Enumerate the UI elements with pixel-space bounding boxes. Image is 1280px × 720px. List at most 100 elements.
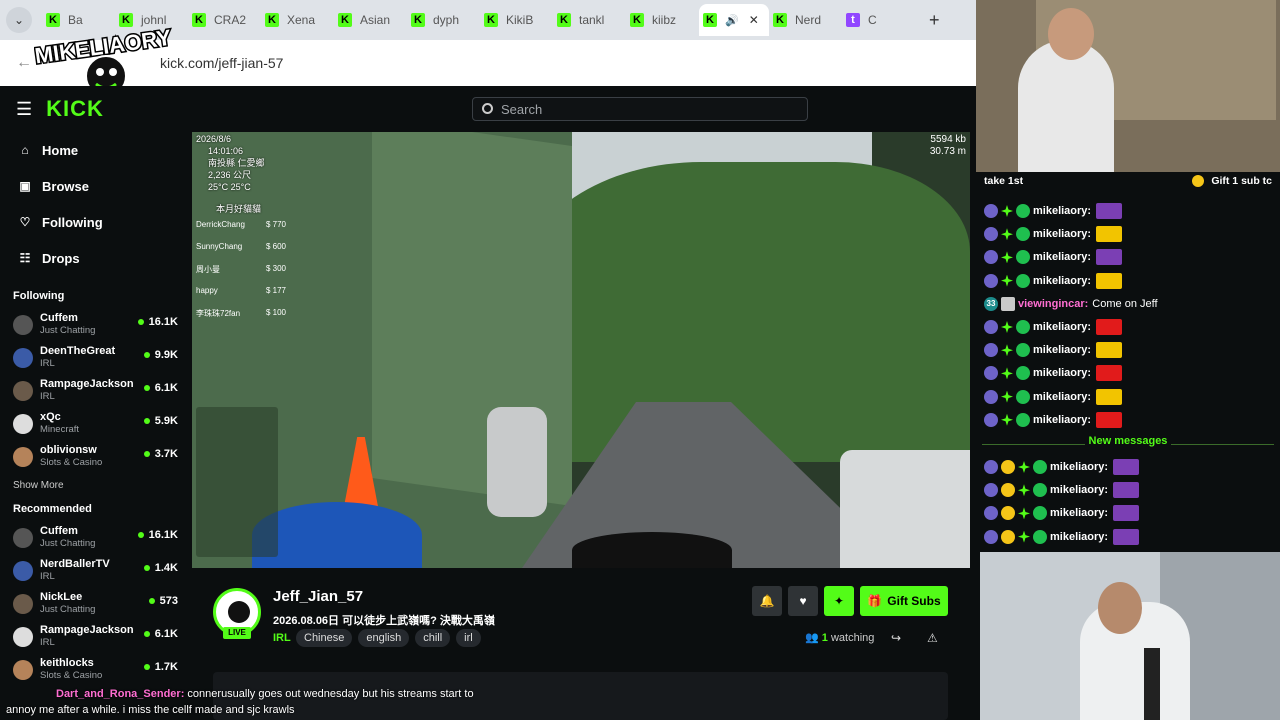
stream-tag[interactable]: english: [358, 629, 410, 647]
chat-username[interactable]: mikeliaory:: [1050, 531, 1108, 543]
sidebar-item-following[interactable]: ♡ Following: [0, 204, 192, 240]
url-text[interactable]: kick.com/jeff-jian-57: [160, 55, 283, 71]
sidebar-item-home[interactable]: ⌂ Home: [0, 132, 192, 168]
chat-emote-wu-icon: [1096, 226, 1123, 243]
chat-username[interactable]: mikeliaory:: [1033, 251, 1091, 263]
browser-tab-label: Nerd: [795, 13, 822, 27]
kick-favicon-icon: K: [557, 13, 571, 27]
stream-tags: Chinese english chill irl: [296, 629, 481, 647]
pinned-right[interactable]: Gift 1 sub tc: [1192, 175, 1272, 189]
chat-username[interactable]: mikeliaory:: [1033, 321, 1091, 333]
stream-tag[interactable]: chill: [415, 629, 451, 647]
search-input[interactable]: Search: [472, 97, 808, 121]
channel-name: RampageJackson: [40, 378, 134, 390]
donor-row: 周小曼 $ 300: [196, 264, 286, 275]
streamer-name[interactable]: Jeff_Jian_57: [273, 588, 363, 605]
channel-text: RampageJackson IRL: [40, 378, 134, 403]
verified-badge-icon: [1033, 460, 1047, 474]
channel-name: oblivionsw: [40, 444, 97, 456]
notification-bell-button[interactable]: 🔔: [752, 586, 782, 616]
browser-tab[interactable]: K Asian: [334, 4, 407, 36]
browser-tab[interactable]: tC: [842, 4, 915, 36]
channel-row[interactable]: xQc Minecraft 5.9K: [0, 407, 192, 440]
star-badge-icon: [1018, 484, 1030, 497]
sidebar: ⌂ Home ▣ Browse ♡ Following ☷ Drops Following C…: [0, 132, 192, 720]
stream-category[interactable]: IRL: [273, 632, 291, 644]
chat-username[interactable]: mikeliaory:: [1033, 228, 1091, 240]
browser-tab[interactable]: K Nerd: [769, 4, 842, 36]
channel-row[interactable]: DeenTheGreat IRL 9.9K: [0, 341, 192, 374]
channel-row[interactable]: RampageJackson IRL 6.1K: [0, 620, 192, 653]
channel-name: keithlocks: [40, 657, 94, 669]
chat-username[interactable]: mikeliaory:: [1033, 205, 1091, 217]
drops-icon: ☷: [19, 251, 31, 265]
donor-name: happy: [196, 286, 218, 295]
follow-heart-button[interactable]: ♥: [788, 586, 818, 616]
sub-badge-icon: [984, 506, 998, 521]
browser-tab[interactable]: K 🔊 ✕: [699, 4, 769, 36]
channel-row[interactable]: oblivionsw Slots & Casino 3.7K: [0, 440, 192, 473]
browser-tab[interactable]: K CRA2: [188, 4, 261, 36]
chat-message: mikeliaory:: [984, 527, 1140, 547]
channel-category: IRL: [40, 358, 55, 369]
channel-viewers: 6.1K: [144, 628, 178, 640]
chat-username[interactable]: mikeliaory:: [1033, 414, 1091, 426]
kick-logo[interactable]: KICK: [46, 96, 104, 122]
star-badge-icon: [1001, 274, 1013, 287]
channel-text: Cuffem Just Chatting: [40, 312, 95, 337]
new-tab-plus-icon[interactable]: +: [929, 10, 940, 31]
chat-username[interactable]: mikeliaory:: [1050, 507, 1108, 519]
stream-tag[interactable]: Chinese: [296, 629, 353, 647]
chat-username[interactable]: mikeliaory:: [1033, 275, 1091, 287]
sidebar-item-browse[interactable]: ▣ Browse: [0, 168, 192, 204]
channel-row[interactable]: Cuffem Just Chatting 16.1K: [0, 308, 192, 341]
star-badge-icon: [1001, 321, 1013, 333]
stream-tag[interactable]: irl: [456, 629, 481, 647]
share-icon[interactable]: ↪: [891, 631, 901, 645]
gift-subs-button[interactable]: 🎁 Gift Subs: [860, 586, 948, 616]
subscribe-button[interactable]: ✦: [824, 586, 854, 616]
browser-tab[interactable]: Kdyph: [407, 4, 480, 36]
verified-badge-icon: [1016, 412, 1030, 427]
back-arrow-icon[interactable]: ←: [16, 54, 32, 72]
browser-tab[interactable]: Ktankl: [553, 4, 626, 36]
tab-list-chevron-icon[interactable]: ⌄: [6, 7, 32, 33]
following-section-title: Following: [13, 290, 65, 302]
donor-name: DerrickChang: [196, 220, 245, 229]
browser-tab[interactable]: Kkiibz: [626, 4, 699, 36]
close-tab-icon[interactable]: ✕: [749, 13, 759, 27]
verified-badge-icon: [1033, 506, 1047, 521]
channel-text: oblivionsw Slots & Casino: [40, 444, 102, 469]
bottom-chat-overlay: Dart_and_Rona_Sender: connerusually goes…: [0, 684, 976, 720]
chat-username[interactable]: mikeliaory:: [1033, 367, 1091, 379]
video-player[interactable]: 2026/8/6 14:01:06 南投縣 仁愛鄉 2,236 公尺 25°C …: [192, 132, 970, 568]
menu-hamburger-icon[interactable]: ☰: [16, 99, 32, 120]
chat-message: mikeliaory:: [984, 503, 1140, 523]
browser-tab[interactable]: K Xena: [261, 4, 334, 36]
channel-avatar: [13, 527, 33, 548]
gift-subs-label: Gift Subs: [887, 594, 941, 608]
channel-row[interactable]: NerdBallerTV IRL 1.4K: [0, 554, 192, 587]
report-warning-icon[interactable]: ⚠: [927, 631, 938, 645]
sidebar-item-drops[interactable]: ☷ Drops: [0, 240, 192, 276]
chat-username[interactable]: mikeliaory:: [1050, 484, 1108, 496]
sub-badge-icon: [984, 389, 998, 404]
channel-row[interactable]: RampageJackson IRL 6.1K: [0, 374, 192, 407]
overlay-time: 14:01:06: [208, 146, 244, 156]
channel-avatar: [13, 446, 33, 467]
channel-category: IRL: [40, 571, 55, 582]
chat-username[interactable]: mikeliaory:: [1033, 391, 1091, 403]
gold-badge-icon: [1001, 460, 1015, 474]
chat-username[interactable]: mikeliaory:: [1050, 461, 1108, 473]
chat-username[interactable]: viewingincar:: [1018, 298, 1088, 310]
browser-tab[interactable]: K KikiB: [480, 4, 553, 36]
show-more-link[interactable]: Show More: [0, 473, 192, 499]
channel-row[interactable]: NickLee Just Chatting 573: [0, 587, 192, 620]
donor-amount: $ 300: [265, 264, 286, 273]
channel-row[interactable]: Cuffem Just Chatting 16.1K: [0, 521, 192, 554]
chat-username[interactable]: mikeliaory:: [1033, 344, 1091, 356]
channel-category: Just Chatting: [40, 538, 96, 549]
donor-name: 李珠珠72fan: [196, 309, 241, 318]
channel-category: Slots & Casino: [40, 457, 103, 468]
channel-row[interactable]: keithlocks Slots & Casino 1.7K: [0, 653, 192, 686]
